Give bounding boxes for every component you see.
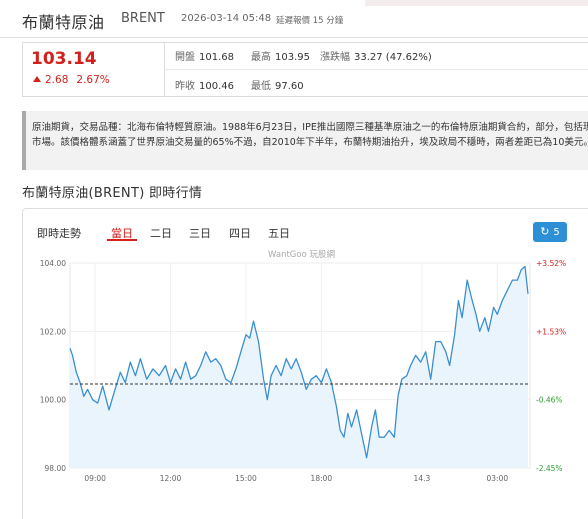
percent-tick-label: -0.46% [536,396,563,405]
y-tick-label: 98.00 [45,464,67,473]
x-tick-label: 09:00 [84,474,106,483]
y-tick-label: 100.00 [40,396,66,405]
y-tick-label: 104.00 [40,259,66,268]
percent-tick-label: +3.52% [536,259,566,268]
x-tick-label: 15:00 [235,474,257,483]
x-tick-label: 12:00 [160,474,182,483]
y-tick-label: 102.00 [40,327,66,336]
x-tick-label: 03:00 [487,474,509,483]
x-tick-label: 18:00 [311,474,333,483]
percent-tick-label: -2.45% [536,464,563,473]
price-chart: 104.00 102.00 100.00 98.00 +3.52% +1.53% -0.46… [40,259,566,483]
x-tick-label: 14.3 [414,474,431,483]
percent-tick-label: +1.53% [536,327,566,336]
